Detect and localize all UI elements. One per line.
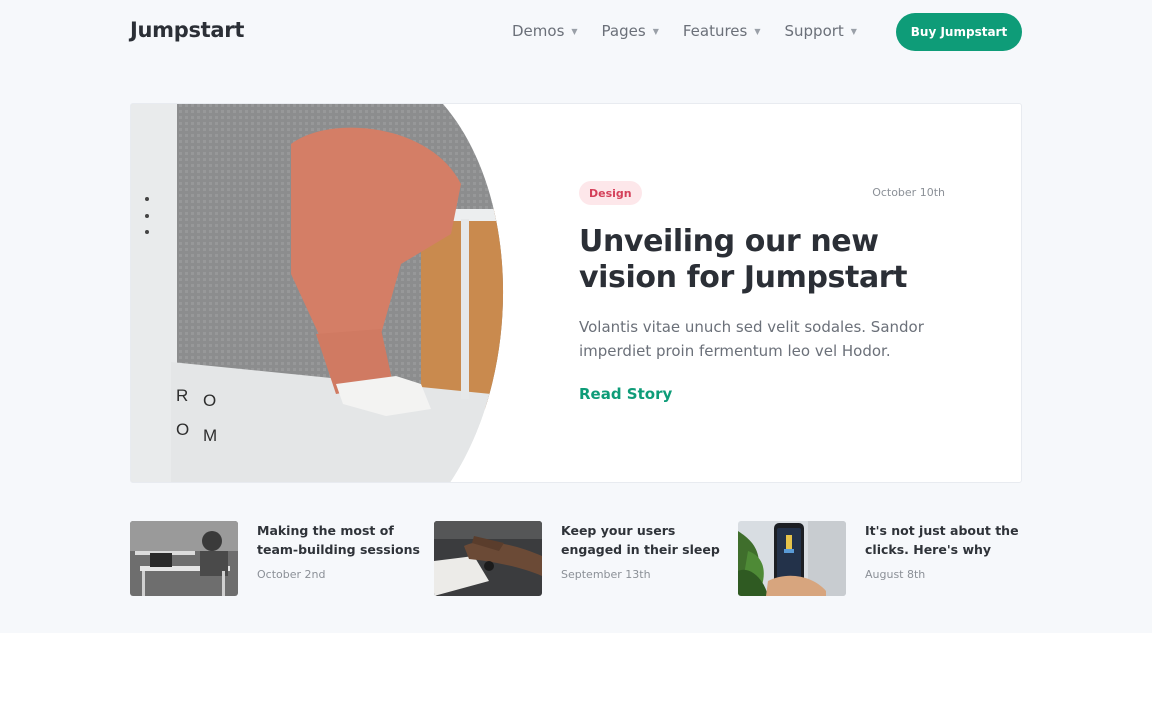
nav-item-label: Support: [784, 22, 844, 40]
nav-item-label: Demos: [512, 22, 565, 40]
buy-jumpstart-button[interactable]: Buy Jumpstart: [896, 13, 1022, 51]
image-letter: M: [203, 426, 217, 445]
post-title[interactable]: It's not just about the clicks. Here's w…: [865, 521, 1030, 559]
featured-post-excerpt: Volantis vitae unuch sed velit sodales. …: [579, 318, 924, 360]
nav-item-label: Pages: [601, 22, 646, 40]
post-title[interactable]: Keep your users engaged in their sleep: [561, 521, 726, 559]
nav-item-label: Features: [682, 22, 748, 40]
featured-post-image[interactable]: R O O M: [131, 104, 531, 483]
main-nav: Demos ▼ Pages ▼ Features ▼ Support ▼: [512, 22, 881, 40]
nav-item-support[interactable]: Support ▼: [785, 22, 857, 40]
featured-post-card: R O O M Design October 10th Unveiling ou…: [130, 103, 1022, 483]
brand-logo[interactable]: Jumpstart: [130, 18, 244, 42]
image-letter: O: [176, 420, 189, 439]
post-date: August 8th: [865, 568, 926, 581]
post-thumbnail[interactable]: [130, 521, 238, 596]
post-date: October 2nd: [257, 568, 326, 581]
caret-down-icon: ▼: [850, 27, 857, 36]
post-title[interactable]: Making the most of team-building session…: [257, 521, 422, 559]
image-letter: R: [176, 386, 188, 405]
featured-post-title[interactable]: Unveiling our new vision for Jumpstart: [579, 224, 959, 296]
nav-item-features[interactable]: Features ▼: [683, 22, 761, 40]
post-card[interactable]: Keep your users engaged in their sleep S…: [434, 521, 724, 597]
nav-item-pages[interactable]: Pages ▼: [602, 22, 659, 40]
caret-down-icon: ▼: [754, 27, 761, 36]
caret-down-icon: ▼: [652, 27, 659, 36]
post-card[interactable]: Making the most of team-building session…: [130, 521, 420, 597]
read-story-link[interactable]: Read Story: [579, 385, 672, 403]
image-letter: O: [203, 391, 216, 410]
post-date: October 10th: [872, 186, 945, 199]
caret-down-icon: ▼: [571, 27, 578, 36]
post-card[interactable]: It's not just about the clicks. Here's w…: [738, 521, 1028, 597]
post-date: September 13th: [561, 568, 651, 581]
nav-item-demos[interactable]: Demos ▼: [512, 22, 578, 40]
post-thumbnail[interactable]: [738, 521, 846, 596]
post-thumbnail[interactable]: [434, 521, 542, 596]
category-tag[interactable]: Design: [579, 181, 642, 205]
